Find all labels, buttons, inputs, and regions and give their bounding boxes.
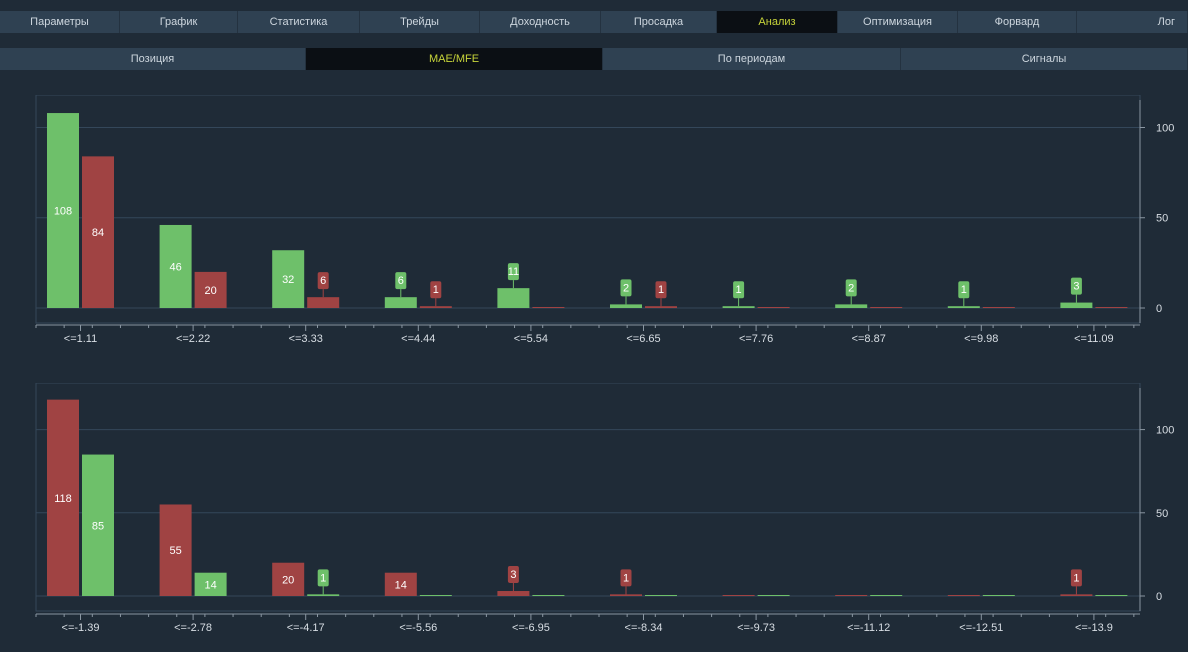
bar-red <box>532 307 565 308</box>
bar-green <box>497 288 530 308</box>
bar-red <box>947 595 980 596</box>
bar-green <box>610 304 642 308</box>
y-tick-label: 50 <box>1156 508 1168 520</box>
main-tab-bar: Параметры График Статистика Трейды Доход… <box>0 11 1188 33</box>
bar-red <box>757 307 790 308</box>
y-tick-label: 0 <box>1156 303 1162 315</box>
tab-drawdown[interactable]: Просадка <box>601 11 717 33</box>
tab-parameters[interactable]: Параметры <box>0 11 120 33</box>
x-tick-label: <=4.44 <box>401 333 435 345</box>
x-tick-label: <=2.22 <box>176 333 210 345</box>
subtab-signals[interactable]: Сигналы <box>901 48 1188 70</box>
x-tick-label: <=6.65 <box>626 333 660 345</box>
bar-green <box>947 306 980 308</box>
bar-red <box>419 306 452 308</box>
sub-tab-bar: Позиция MAE/MFE По периодам Сигналы <box>0 48 1188 70</box>
bar-red <box>1095 307 1128 308</box>
bar-red <box>870 307 903 308</box>
bar-red <box>645 306 677 308</box>
data-label: 55 <box>169 545 181 557</box>
bar-green <box>307 594 340 596</box>
subtab-position[interactable]: Позиция <box>0 48 306 70</box>
data-label: 2 <box>848 282 854 294</box>
data-label: 3 <box>1073 281 1079 293</box>
y-tick-label: 100 <box>1156 425 1174 437</box>
bar-green <box>835 304 868 308</box>
tab-forward[interactable]: Форвард <box>958 11 1077 33</box>
x-tick-label: <=1.11 <box>64 333 97 345</box>
bar-green <box>722 306 755 308</box>
x-tick-label: <=-5.56 <box>399 622 437 634</box>
data-label: 6 <box>320 275 326 287</box>
data-label: 3 <box>510 569 516 581</box>
bar-red <box>982 307 1015 308</box>
bar-green <box>982 595 1015 596</box>
data-label: 118 <box>54 493 72 505</box>
y-tick-label: 0 <box>1156 591 1162 603</box>
bar-green <box>1060 302 1093 308</box>
data-label: 14 <box>204 579 216 591</box>
x-tick-label: <=-6.95 <box>512 622 550 634</box>
data-label: 20 <box>204 285 216 297</box>
tab-returns[interactable]: Доходность <box>480 11 601 33</box>
x-tick-label: <=-4.17 <box>287 622 325 634</box>
data-label: 108 <box>54 206 72 218</box>
data-label: 46 <box>169 261 181 273</box>
data-label: 1 <box>433 284 439 296</box>
tab-chart[interactable]: График <box>120 11 238 33</box>
subtab-mae-mfe[interactable]: MAE/MFE <box>306 48 603 70</box>
bar-green <box>757 595 790 596</box>
x-tick-label: <=8.87 <box>852 333 886 345</box>
data-label: 1 <box>658 284 664 296</box>
data-label: 1 <box>736 284 742 296</box>
tab-statistics[interactable]: Статистика <box>238 11 360 33</box>
tab-trades[interactable]: Трейды <box>360 11 480 33</box>
bar-red <box>497 591 530 596</box>
mae-histogram-chart: 0 50 100 <=-1.39 118 85 <=-2.78 55 14 <=-4.17 20 1 <… <box>35 383 1174 634</box>
tab-analysis[interactable]: Анализ <box>717 11 838 33</box>
mfe-histogram-chart: 050100<=1.1110884<=2.224620<=3.3332 6<=4.… <box>35 95 1174 345</box>
y-tick-label: 50 <box>1156 213 1168 225</box>
tab-optimization[interactable]: Оптимизация <box>838 11 958 33</box>
x-tick-label: <=11.09 <box>1074 333 1114 345</box>
data-label: 1 <box>961 284 967 296</box>
data-label: 6 <box>398 275 404 287</box>
bar-red <box>307 297 340 308</box>
data-label: 14 <box>395 579 407 591</box>
bar-green <box>870 595 903 596</box>
y-tick-label: 100 <box>1156 122 1174 134</box>
data-label: 11 <box>508 266 519 278</box>
bar-red <box>1060 594 1093 596</box>
data-label: 32 <box>282 274 294 286</box>
bar-green <box>1095 595 1128 596</box>
x-tick-label: <=-13.9 <box>1075 622 1113 634</box>
x-tick-label: <=5.54 <box>514 333 548 345</box>
x-tick-label: <=-2.78 <box>174 622 212 634</box>
x-tick-label: <=9.98 <box>964 333 998 345</box>
data-label: 84 <box>92 227 104 239</box>
data-label: 1 <box>623 572 629 584</box>
data-label: 2 <box>623 282 629 294</box>
data-label: 1 <box>320 572 326 584</box>
x-tick-label: <=-9.73 <box>737 622 775 634</box>
subtab-by-periods[interactable]: По периодам <box>603 48 901 70</box>
data-label: 1 <box>1073 572 1079 584</box>
x-tick-label: <=-11.12 <box>847 622 890 634</box>
bar-green <box>384 297 417 308</box>
data-label: 20 <box>282 574 294 586</box>
bar-red <box>835 595 868 596</box>
x-tick-label: <=-12.51 <box>959 622 1003 634</box>
bar-red <box>722 595 755 596</box>
tab-log[interactable]: Лог <box>1077 11 1188 33</box>
bar-green <box>419 595 452 596</box>
bar-green <box>645 595 677 596</box>
bar-red <box>610 594 642 596</box>
bar-green <box>532 595 565 596</box>
x-tick-label: <=-1.39 <box>62 622 100 634</box>
x-tick-label: <=3.33 <box>289 333 323 345</box>
x-tick-label: <=7.76 <box>739 333 773 345</box>
x-tick-label: <=-8.34 <box>625 622 663 634</box>
data-label: 85 <box>92 520 104 532</box>
